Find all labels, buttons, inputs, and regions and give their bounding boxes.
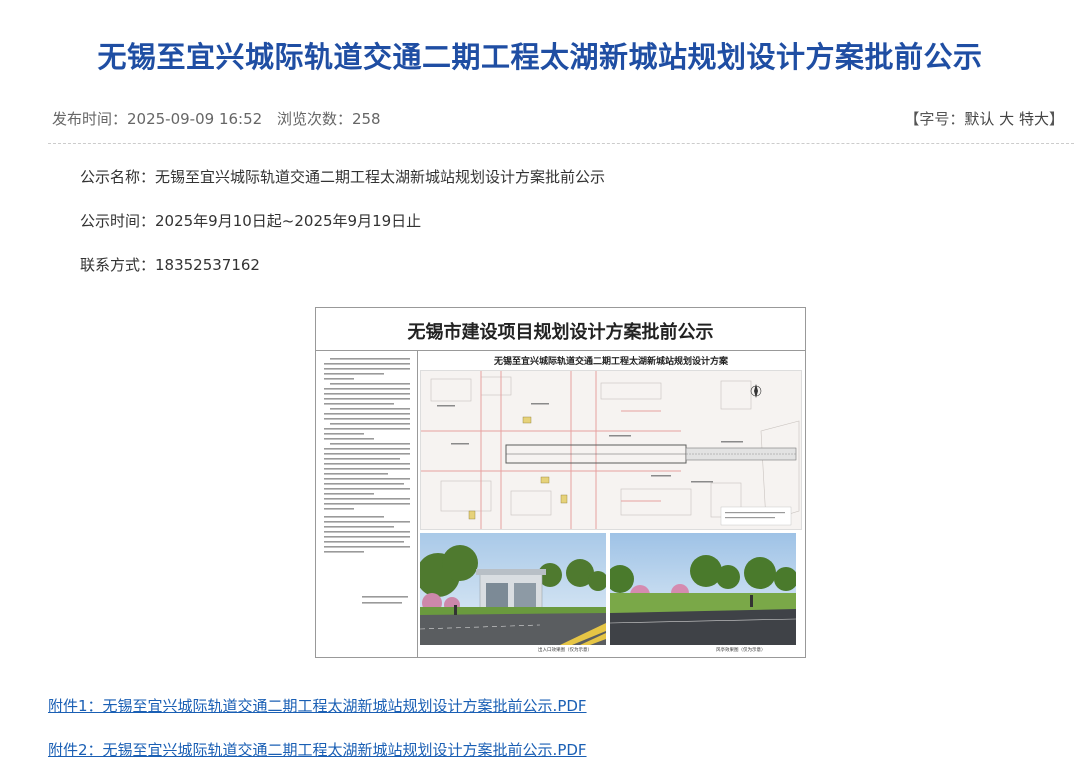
poster-text-lines bbox=[324, 358, 410, 604]
vent-caption: 风亭效果图（仅为示意） bbox=[716, 648, 766, 653]
site-plan-drawing bbox=[420, 370, 802, 530]
entrance-rendering-image bbox=[420, 533, 606, 645]
site-plan-svg bbox=[421, 371, 801, 529]
publish-time: 发布时间：2025-09-09 16:52 bbox=[52, 110, 263, 128]
poster-subtitle: 无锡至宜兴城际轨道交通二期工程太湖新城站规划设计方案 bbox=[493, 357, 728, 367]
font-size-large-button[interactable]: 大 bbox=[999, 110, 1014, 128]
entrance-rendering-svg bbox=[420, 533, 606, 645]
font-size-suffix: 】 bbox=[1048, 110, 1064, 128]
notice-poster-image: 无锡市建设项目规划设计方案批前公示 无锡至宜兴城际轨道交通二期工程太湖新城站规划… bbox=[315, 307, 806, 658]
meta-divider bbox=[48, 143, 1074, 144]
attachment-link-2[interactable]: 附件2：无锡至宜兴城际轨道交通二期工程太湖新城站规划设计方案批前公示.PDF bbox=[48, 739, 587, 760]
vent-kiosk-rendering-image bbox=[610, 533, 796, 645]
font-size-prefix: 【字号： bbox=[904, 110, 965, 128]
notice-name: 公示名称：无锡至宜兴城际轨道交通二期工程太湖新城站规划设计方案批前公示 bbox=[80, 168, 606, 186]
poster-divider bbox=[316, 350, 805, 351]
poster-column-divider bbox=[417, 350, 418, 658]
meta-left: 发布时间：2025-09-09 16:52 浏览次数：258 bbox=[52, 108, 391, 129]
page-title: 无锡至宜兴城际轨道交通二期工程太湖新城站规划设计方案批前公示 bbox=[97, 40, 983, 74]
notice-contact: 联系方式：18352537162 bbox=[80, 256, 260, 274]
font-size-xlarge-button[interactable]: 特大 bbox=[1019, 110, 1049, 128]
view-count: 浏览次数：258 bbox=[276, 110, 381, 128]
font-size-switcher: 【字号：默认 大 特大】 bbox=[904, 108, 1064, 129]
vent-kiosk-rendering-svg bbox=[610, 533, 796, 645]
notice-time: 公示时间：2025年9月10日起~2025年9月19日止 bbox=[80, 212, 422, 230]
poster-text-column bbox=[322, 356, 416, 651]
font-size-default-button[interactable]: 默认 bbox=[964, 110, 994, 128]
article-meta: 发布时间：2025-09-09 16:52 浏览次数：258 【字号：默认 大 … bbox=[52, 108, 1064, 130]
attachment-link-1[interactable]: 附件1：无锡至宜兴城际轨道交通二期工程太湖新城站规划设计方案批前公示.PDF bbox=[48, 695, 587, 716]
entrance-caption: 出入口效果图（仅为示意） bbox=[538, 648, 592, 653]
poster-title: 无锡市建设项目规划设计方案批前公示 bbox=[407, 322, 714, 343]
